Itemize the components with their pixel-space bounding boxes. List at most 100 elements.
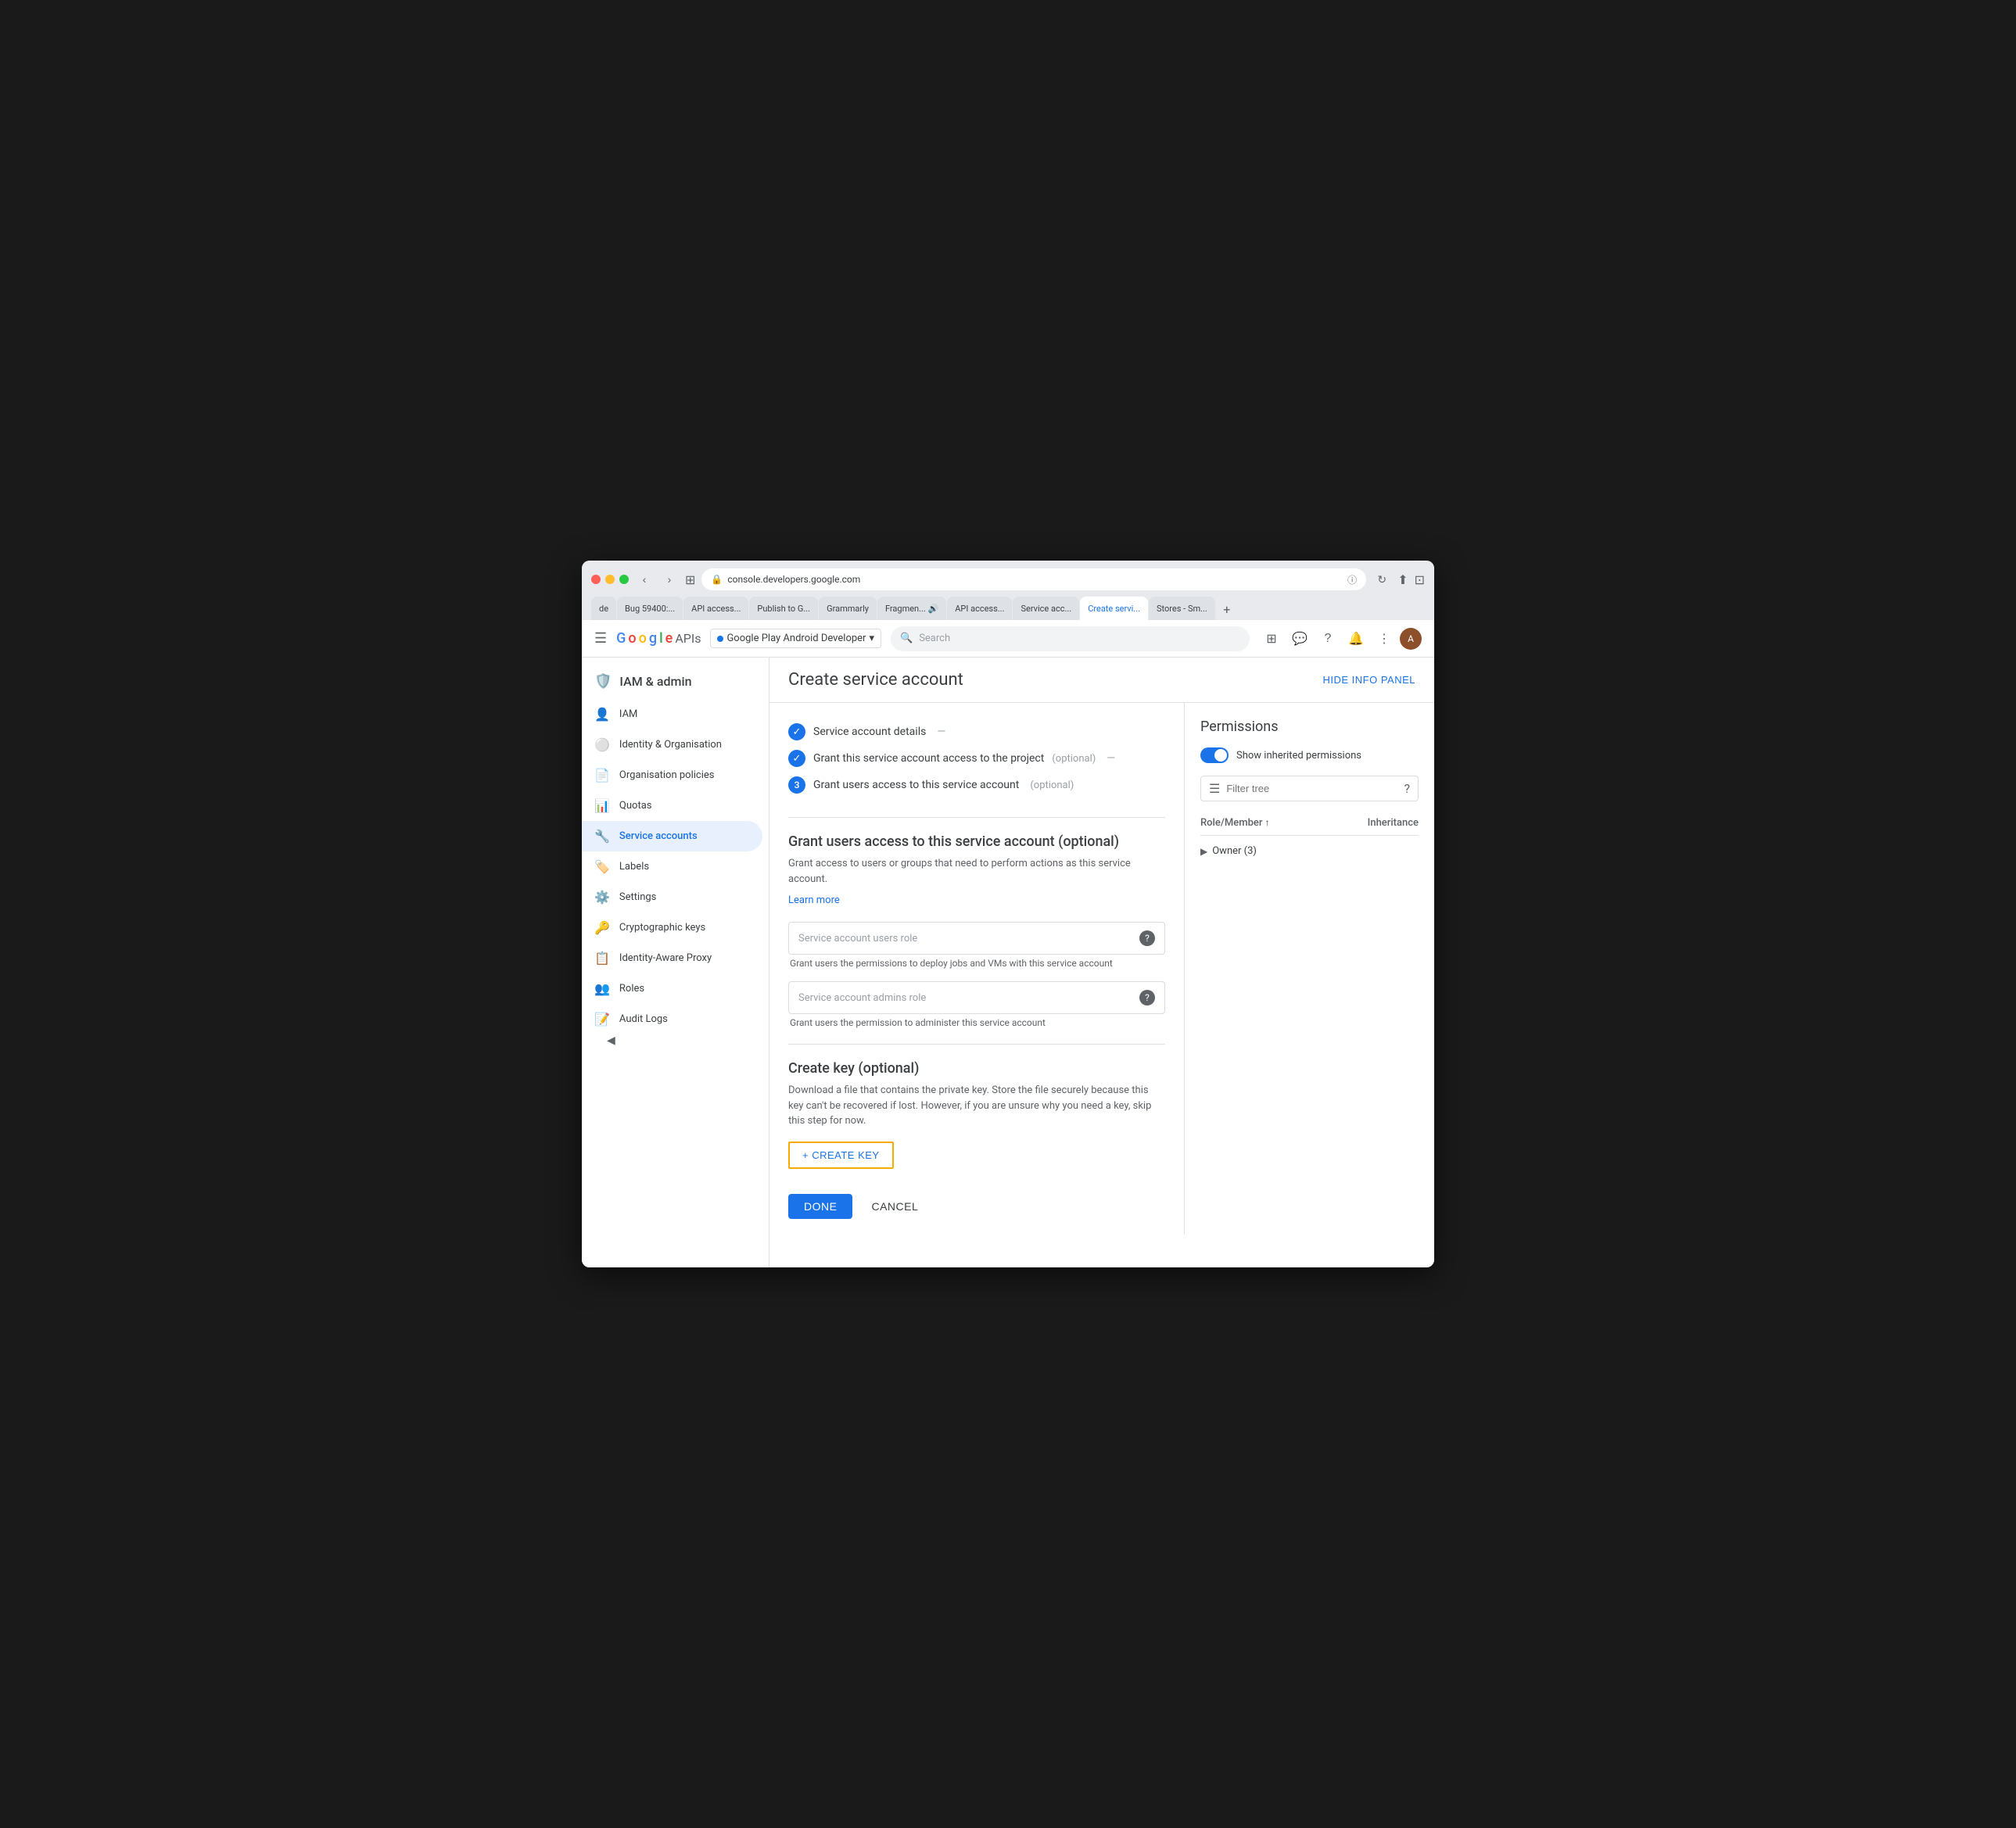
app-header: ☰ Google APIs Google Play Android Develo…	[582, 620, 1434, 658]
sidebar-item-crypto-keys[interactable]: 🔑 Cryptographic keys	[582, 912, 762, 943]
tab-api1[interactable]: API access...	[683, 597, 748, 620]
maximize-button[interactable]	[619, 575, 629, 584]
sidebar-item-audit-logs[interactable]: 📝 Audit Logs	[582, 1004, 762, 1034]
create-key-section: Create key (optional) Download a file th…	[788, 1060, 1165, 1169]
steps-list: ✓ Service account details — ✓ Grant this…	[788, 719, 1165, 798]
sidebar-item-quotas[interactable]: 📊 Quotas	[582, 790, 762, 821]
sidebar-item-label: Roles	[619, 983, 644, 995]
tab-stores[interactable]: Stores - Sm...	[1149, 597, 1215, 620]
shield-icon: 🛡️	[594, 673, 612, 690]
avatar[interactable]: A	[1400, 628, 1422, 650]
project-name: Google Play Android Developer	[726, 633, 866, 644]
address-bar[interactable]: 🔒 console.developers.google.com ⓘ	[701, 568, 1366, 590]
tab-api2[interactable]: API access...	[947, 597, 1012, 620]
admins-role-placeholder: Service account admins role	[798, 992, 926, 1004]
new-tab-button[interactable]: +	[1216, 598, 1238, 620]
project-selector[interactable]: Google Play Android Developer ▾	[710, 629, 881, 648]
collapse-icon: ◀	[607, 1034, 615, 1047]
done-button[interactable]: DONE	[788, 1194, 852, 1219]
sidebar-header: 🛡️ IAM & admin	[582, 664, 769, 699]
audit-icon: 📝	[594, 1012, 610, 1027]
tab-create[interactable]: Create servi...	[1080, 597, 1148, 620]
header-icons: ⊞ 💬 ? 🔔 ⋮ A	[1259, 626, 1422, 651]
lock-icon: 🔒	[711, 574, 723, 585]
tab-grammarly[interactable]: Grammarly	[819, 597, 877, 620]
hamburger-menu[interactable]: ☰	[594, 630, 607, 647]
sidebar-item-label: Quotas	[619, 800, 652, 812]
users-role-help-icon[interactable]: ?	[1139, 930, 1155, 946]
action-buttons: DONE CANCEL	[788, 1194, 1165, 1219]
apps-icon[interactable]: ⊞	[1259, 626, 1284, 651]
sidebar-item-label: IAM	[619, 708, 637, 720]
sidebar-item-identity[interactable]: ⚪ Identity & Organisation	[582, 729, 762, 760]
tab-bug[interactable]: Bug 59400:...	[617, 597, 683, 620]
filter-input[interactable]	[1226, 783, 1397, 794]
tab-overview-icon: ⊞	[685, 572, 695, 587]
sidebar-item-settings[interactable]: ⚙️ Settings	[582, 882, 762, 912]
create-key-title: Create key (optional)	[788, 1060, 1165, 1077]
back-button[interactable]: ‹	[635, 570, 654, 589]
sidebar: 🛡️ IAM & admin 👤 IAM ⚪ Identity & Organi…	[582, 658, 769, 1267]
more-options-icon[interactable]: ⋮	[1372, 626, 1397, 651]
chat-icon[interactable]: 💬	[1287, 626, 1312, 651]
browser-tabs: de Bug 59400:... API access... Publish t…	[591, 597, 1425, 620]
admins-role-desc: Grant users the permission to administer…	[788, 1017, 1165, 1028]
learn-more-link[interactable]: Learn more	[788, 894, 840, 906]
cancel-button[interactable]: CANCEL	[859, 1194, 931, 1219]
tab-publish[interactable]: Publish to G...	[749, 597, 818, 620]
sidebar-item-labels[interactable]: 🏷️ Labels	[582, 851, 762, 882]
key-icon: 🔑	[594, 920, 610, 935]
sidebar-item-iam[interactable]: 👤 IAM	[582, 699, 762, 729]
toggle-row: Show inherited permissions	[1200, 747, 1419, 763]
create-key-button[interactable]: + CREATE KEY	[788, 1142, 894, 1169]
step-2: ✓ Grant this service account access to t…	[788, 745, 1165, 772]
tab-service[interactable]: Service acc...	[1013, 597, 1079, 620]
close-button[interactable]	[591, 575, 601, 584]
inheritance-header: Inheritance	[1368, 817, 1419, 829]
sort-icon[interactable]: ↑	[1265, 817, 1270, 828]
sidebar-item-org-policies[interactable]: 📄 Organisation policies	[582, 760, 762, 790]
sidebar-item-label: Labels	[619, 861, 649, 873]
minimize-button[interactable]	[605, 575, 615, 584]
inherited-toggle[interactable]	[1200, 747, 1229, 763]
sidebar-item-iap[interactable]: 📋 Identity-Aware Proxy	[582, 943, 762, 973]
share-icon: ⬆	[1397, 572, 1408, 587]
step-2-label: Grant this service account access to the…	[813, 752, 1044, 765]
browser-chrome: ‹ › ⊞ 🔒 console.developers.google.com ⓘ …	[582, 561, 1434, 620]
policy-icon: 📄	[594, 768, 610, 783]
app-body: 🛡️ IAM & admin 👤 IAM ⚪ Identity & Organi…	[582, 658, 1434, 1267]
filter-help-icon[interactable]: ?	[1404, 781, 1410, 796]
hide-info-panel-button[interactable]: HIDE INFO PANEL	[1322, 674, 1415, 686]
section-title: Grant users access to this service accou…	[788, 833, 1165, 850]
filter-icon: ☰	[1209, 781, 1220, 796]
users-role-field[interactable]: Service account users role ?	[788, 922, 1165, 955]
step-1: ✓ Service account details —	[788, 719, 1165, 745]
admins-role-field[interactable]: Service account admins role ?	[788, 981, 1165, 1014]
notifications-icon[interactable]: 🔔	[1343, 626, 1369, 651]
owner-label: Owner (3)	[1212, 845, 1257, 857]
chevron-down-icon: ▾	[869, 633, 874, 644]
sidebar-item-service-accounts[interactable]: 🔧 Service accounts	[582, 821, 762, 851]
reload-button[interactable]: ↻	[1372, 570, 1391, 589]
help-icon[interactable]: ?	[1315, 626, 1340, 651]
info-icon: ⓘ	[1347, 573, 1357, 586]
forward-button[interactable]: ›	[660, 570, 679, 589]
google-logo: Google APIs	[616, 630, 701, 647]
role-member-header: Role/Member ↑	[1200, 817, 1270, 829]
tab-fragment[interactable]: Fragmen... 🔊	[877, 597, 946, 620]
step-3-label: Grant users access to this service accou…	[813, 779, 1019, 791]
divider	[788, 817, 1165, 818]
step-3: 3 Grant users access to this service acc…	[788, 772, 1165, 798]
filter-row[interactable]: ☰ ?	[1200, 776, 1419, 801]
permissions-panel: Permissions Show inherited permissions ☰…	[1184, 703, 1434, 1235]
search-bar[interactable]: 🔍 Search	[891, 626, 1250, 651]
project-dot	[717, 636, 723, 642]
tab-de[interactable]: de	[591, 597, 616, 620]
sidebar-item-label: Identity-Aware Proxy	[619, 952, 712, 964]
quota-icon: 📊	[594, 798, 610, 813]
admins-role-help-icon[interactable]: ?	[1139, 990, 1155, 1005]
settings-icon: ⚙️	[594, 890, 610, 905]
sidebar-item-roles[interactable]: 👥 Roles	[582, 973, 762, 1004]
collapse-button[interactable]: ◀	[594, 1034, 781, 1047]
owner-row[interactable]: ▶ Owner (3)	[1200, 839, 1419, 863]
